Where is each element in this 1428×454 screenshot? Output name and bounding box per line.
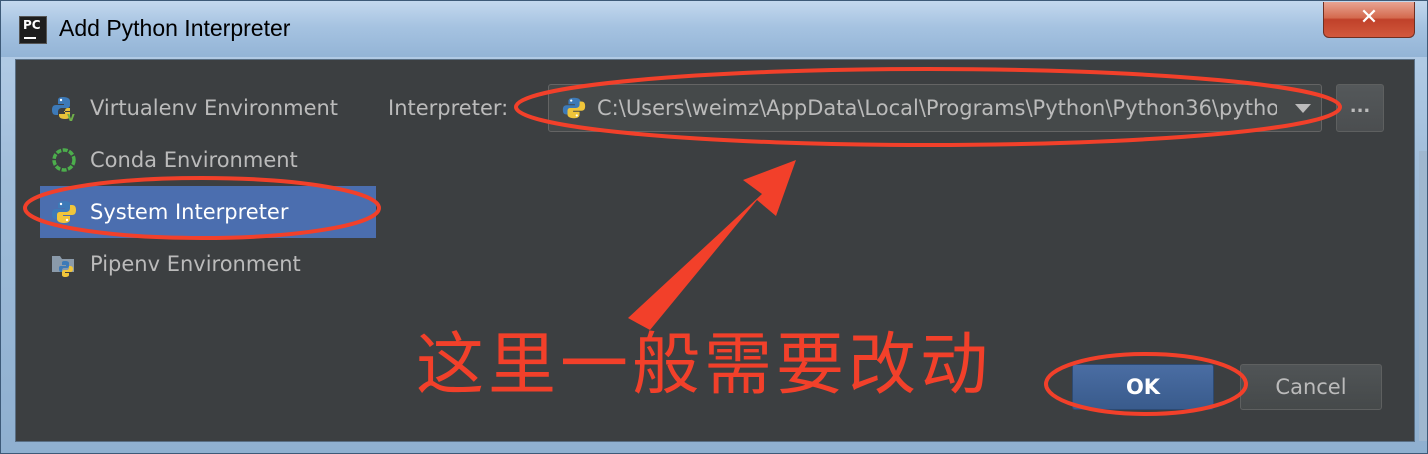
sidebar-item-virtualenv[interactable]: v Virtualenv Environment — [40, 82, 376, 134]
title-bar[interactable]: PC Add Python Interpreter ✕ — [1, 1, 1427, 57]
ok-button[interactable]: OK — [1072, 364, 1214, 410]
sidebar-item-pipenv[interactable]: Pipenv Environment — [40, 238, 376, 290]
sidebar-item-label: Conda Environment — [90, 148, 298, 172]
close-icon: ✕ — [1359, 5, 1379, 30]
interpreter-label: Interpreter: — [388, 96, 509, 120]
sidebar-item-label: System Interpreter — [90, 200, 289, 224]
window-edge — [1419, 151, 1427, 441]
close-button[interactable]: ✕ — [1323, 2, 1415, 38]
environment-list: v Virtualenv Environment Conda Environme… — [40, 82, 376, 290]
browse-button[interactable]: ... — [1336, 84, 1384, 132]
window-title: Add Python Interpreter — [59, 15, 291, 41]
pycharm-logo-icon: PC — [19, 16, 47, 44]
interpreter-path: C:\Users\weimz\AppData\Local\Programs\Py… — [597, 96, 1277, 120]
cancel-button[interactable]: Cancel — [1240, 364, 1382, 410]
sidebar-item-label: Virtualenv Environment — [90, 96, 339, 120]
annotation-text: 这里一般需要改动 — [416, 326, 993, 405]
python-icon — [52, 201, 76, 223]
sidebar-item-label: Pipenv Environment — [90, 252, 301, 276]
pipenv-icon — [52, 256, 74, 277]
chevron-down-icon[interactable] — [1295, 104, 1311, 113]
svg-text:v: v — [67, 110, 75, 122]
virtualenv-icon: v — [52, 97, 75, 122]
conda-icon — [52, 148, 76, 172]
sidebar-item-system-interpreter[interactable]: System Interpreter — [40, 186, 376, 238]
interpreter-dropdown[interactable]: C:\Users\weimz\AppData\Local\Programs\Py… — [548, 84, 1322, 132]
sidebar-item-conda[interactable]: Conda Environment — [40, 134, 376, 186]
python-icon — [562, 97, 586, 119]
